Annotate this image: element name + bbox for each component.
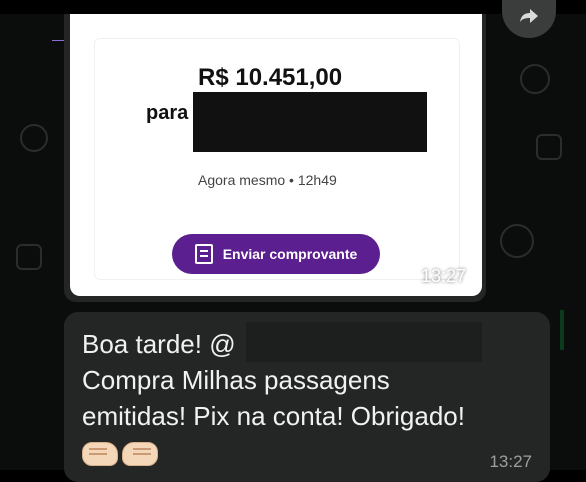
top-bar bbox=[0, 0, 586, 14]
wallpaper-doodle bbox=[16, 244, 42, 270]
left-facing-fist-icon bbox=[82, 442, 118, 466]
receipt-recipient-prefix: para bbox=[146, 102, 189, 124]
payment-receipt-image[interactable]: R$ 10.451,00 para Agora mesmo • 12h49 En… bbox=[70, 14, 482, 296]
right-facing-fist-icon bbox=[122, 442, 158, 466]
document-icon bbox=[194, 244, 213, 264]
send-receipt-label: Enviar comprovante bbox=[222, 246, 358, 262]
mention-redaction bbox=[246, 322, 482, 362]
recipient-redaction bbox=[193, 92, 427, 152]
receipt-timestamp-separator: • bbox=[285, 172, 298, 188]
emoji-row bbox=[82, 442, 158, 466]
forward-icon bbox=[520, 9, 538, 23]
image-message-time: 13:27 bbox=[420, 266, 466, 286]
wallpaper-doodle bbox=[520, 64, 550, 94]
message-line-2: Compra Milhas passagens bbox=[82, 365, 390, 395]
edge-accent bbox=[560, 310, 564, 350]
message-line-3: emitidas! Pix na conta! Obrigado! bbox=[82, 401, 465, 431]
wallpaper-doodle bbox=[536, 134, 562, 160]
text-message-time: 13:27 bbox=[489, 452, 532, 471]
wallpaper-doodle bbox=[500, 224, 534, 258]
receipt-timestamp: Agora mesmo • 12h49 bbox=[198, 172, 337, 188]
receipt-timestamp-label: Agora mesmo bbox=[198, 172, 286, 188]
receipt-amount: R$ 10.451,00 bbox=[198, 64, 343, 91]
wallpaper-doodle bbox=[20, 124, 48, 152]
receipt-timestamp-time: 12h49 bbox=[297, 172, 337, 188]
text-message-bubble[interactable]: Boa tarde! @ Compra Milhas passagens emi… bbox=[64, 312, 550, 482]
send-receipt-button[interactable]: Enviar comprovante bbox=[172, 234, 380, 274]
